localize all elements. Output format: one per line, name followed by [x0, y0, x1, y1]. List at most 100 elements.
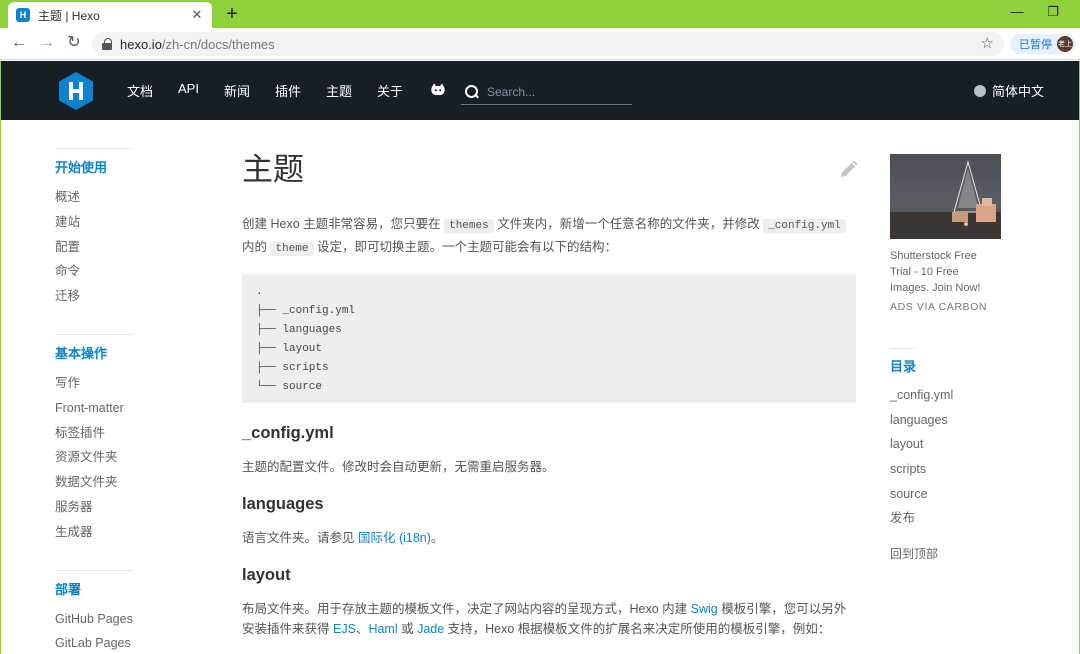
- intro-text: 文件夹内，新增一个任意名称的文件夹，并修改: [493, 217, 764, 231]
- sidebar-item-generating[interactable]: 生成器: [55, 520, 205, 545]
- hexo-logo-icon[interactable]: [58, 71, 94, 111]
- toc-item-source[interactable]: source: [890, 482, 1010, 507]
- sidebar-item-setup[interactable]: 建站: [55, 210, 205, 235]
- site-header: 文档 API 新闻 插件 主题 关于 简体中文: [0, 61, 1080, 120]
- languages-paragraph: 语言文件夹。请参见 国际化 (i18n)。: [242, 528, 856, 549]
- sidebar-item-data-files[interactable]: 数据文件夹: [55, 470, 205, 495]
- close-icon[interactable]: ✕: [190, 7, 204, 23]
- layout-paragraph: 布局文件夹。用于存放主题的模板文件，决定了网站内容的呈现方式，Hexo 内建 S…: [242, 599, 856, 639]
- ad-via-label[interactable]: ADS VIA CARBON: [890, 301, 987, 313]
- profile-button[interactable]: 已暂停 老上: [1010, 34, 1076, 54]
- sidebar-item-tag-plugins[interactable]: 标签插件: [55, 421, 205, 446]
- forward-arrow-icon[interactable]: →: [37, 33, 57, 53]
- nav-themes[interactable]: 主题: [326, 81, 352, 100]
- search-icon: [465, 84, 479, 99]
- pencil-edit-icon[interactable]: [838, 160, 858, 180]
- browser-tab-bar: H 主题 | Hexo ✕ + — ❐: [0, 0, 1080, 28]
- sidebar-group-deployment: 部署 GitHub Pages GitLab Pages: [55, 569, 205, 654]
- profile-status: 已暂停: [1019, 39, 1052, 51]
- nav-plugins[interactable]: 插件: [275, 81, 301, 100]
- sidebar-item-gitlab-pages[interactable]: GitLab Pages: [55, 631, 205, 654]
- window-border: [0, 61, 1, 654]
- bookmark-star-icon[interactable]: ☆: [981, 34, 994, 52]
- nav-about[interactable]: 关于: [377, 81, 403, 100]
- search-input[interactable]: [487, 84, 627, 99]
- nav-api[interactable]: API: [178, 81, 199, 96]
- globe-icon: [974, 84, 986, 97]
- new-tab-button[interactable]: +: [222, 3, 242, 25]
- ad-image[interactable]: [890, 154, 1001, 239]
- inline-code: _config.yml: [763, 219, 846, 233]
- sidebar-item-github-pages[interactable]: GitHub Pages: [55, 607, 205, 632]
- nav-news[interactable]: 新闻: [224, 81, 250, 100]
- search-box[interactable]: [461, 79, 632, 105]
- toc-item-languages[interactable]: languages: [890, 408, 1010, 433]
- code-line: └── source: [256, 381, 323, 393]
- browser-tab[interactable]: H 主题 | Hexo ✕: [8, 2, 212, 28]
- sidebar-item-overview[interactable]: 概述: [55, 185, 205, 210]
- language-selector[interactable]: 简体中文: [974, 81, 1044, 100]
- ejs-link[interactable]: EJS: [333, 622, 356, 636]
- intro-text: 内的: [242, 240, 271, 254]
- toc-item-scripts[interactable]: scripts: [890, 457, 1010, 482]
- code-line: .: [256, 286, 263, 298]
- toc-title: 目录: [890, 359, 917, 374]
- divider: [55, 333, 133, 335]
- sidebar-item-asset-folders[interactable]: 资源文件夹: [55, 445, 205, 470]
- heading-layout: layout: [242, 566, 291, 584]
- divider: [890, 348, 917, 349]
- inline-code: theme: [270, 242, 314, 256]
- layout-text: 布局文件夹。用于存放主题的模板文件，决定了网站内容的呈现方式，Hexo 内建: [242, 602, 691, 616]
- github-icon[interactable]: [430, 82, 446, 98]
- i18n-link[interactable]: 国际化 (i18n): [358, 531, 431, 545]
- reload-icon[interactable]: ↻: [64, 33, 84, 53]
- sidebar-item-front-matter[interactable]: Front-matter: [55, 396, 205, 421]
- restore-button[interactable]: ❐: [1043, 4, 1063, 20]
- back-arrow-icon[interactable]: ←: [9, 33, 29, 53]
- config-paragraph: 主题的配置文件。修改时会自动更新，无需重启服务器。: [242, 460, 555, 474]
- toc-item-layout[interactable]: layout: [890, 432, 1010, 457]
- layout-text: 、: [355, 622, 369, 636]
- url-field[interactable]: hexo.io/zh-cn/docs/themes ☆: [92, 32, 1004, 56]
- avatar: 老上: [1057, 36, 1073, 52]
- divider: [55, 148, 133, 149]
- sidebar-item-configuration[interactable]: 配置: [55, 235, 205, 260]
- sidebar-item-commands[interactable]: 命令: [55, 259, 205, 284]
- code-line: ├── languages: [256, 324, 342, 336]
- hexo-favicon-icon: H: [16, 8, 30, 22]
- heading-languages: languages: [242, 495, 324, 513]
- code-line: ├── _config.yml: [256, 305, 356, 317]
- lock-icon: [102, 38, 112, 50]
- sidebar-group-title: 基本操作: [55, 345, 108, 361]
- divider: [55, 569, 133, 571]
- sidebar-item-writing[interactable]: 写作: [55, 371, 205, 396]
- intro-text: 设定，即可切换主题。一个主题可能会有以下的结构：: [313, 240, 617, 254]
- layout-text: 支持，Hexo 根据模板文件的扩展名来决定所使用的模板引擎，例如：: [444, 622, 831, 636]
- sidebar-item-server[interactable]: 服务器: [55, 495, 205, 520]
- code-block: . ├── _config.yml ├── languages ├── layout ├…: [242, 274, 856, 403]
- toc-item-publishing[interactable]: 发布: [890, 506, 1010, 531]
- sidebar-group-getting-started: 开始使用 概述 建站 配置 命令 迁移: [55, 148, 205, 309]
- url-path: /zh-cn/docs/themes: [161, 36, 275, 52]
- languages-text: 语言文件夹。请参见: [242, 531, 358, 545]
- sidebar-item-migration[interactable]: 迁移: [55, 284, 205, 309]
- nav-docs[interactable]: 文档: [127, 81, 153, 100]
- code-line: ├── layout: [256, 343, 323, 355]
- inline-code: themes: [444, 219, 494, 233]
- jade-link[interactable]: Jade: [417, 622, 444, 636]
- tab-title: 主题 | Hexo: [38, 8, 100, 23]
- languages-text: 。: [430, 531, 444, 545]
- minimize-button[interactable]: —: [1007, 4, 1027, 19]
- back-to-top-link[interactable]: 回到顶部: [890, 545, 938, 562]
- docs-sidebar: 开始使用 概述 建站 配置 命令 迁移 基本操作 写作 Front-matter…: [55, 148, 205, 654]
- haml-link[interactable]: Haml: [368, 622, 397, 636]
- page-title: 主题: [242, 152, 304, 187]
- url-host: hexo.io: [120, 36, 162, 52]
- ad-text[interactable]: Shutterstock Free Trial - 10 Free Images…: [890, 248, 1000, 296]
- swig-link[interactable]: Swig: [691, 602, 718, 616]
- toc-item-config[interactable]: _config.yml: [890, 383, 1010, 408]
- christmas-tree-image: [890, 160, 1001, 239]
- sidebar-group-title: 部署: [55, 581, 82, 597]
- article: 主题 创建 Hexo 主题非常容易，您只要在 themes 文件夹内，新增一个任…: [242, 150, 858, 639]
- table-of-contents: 目录 _config.yml languages layout scripts …: [890, 348, 1010, 531]
